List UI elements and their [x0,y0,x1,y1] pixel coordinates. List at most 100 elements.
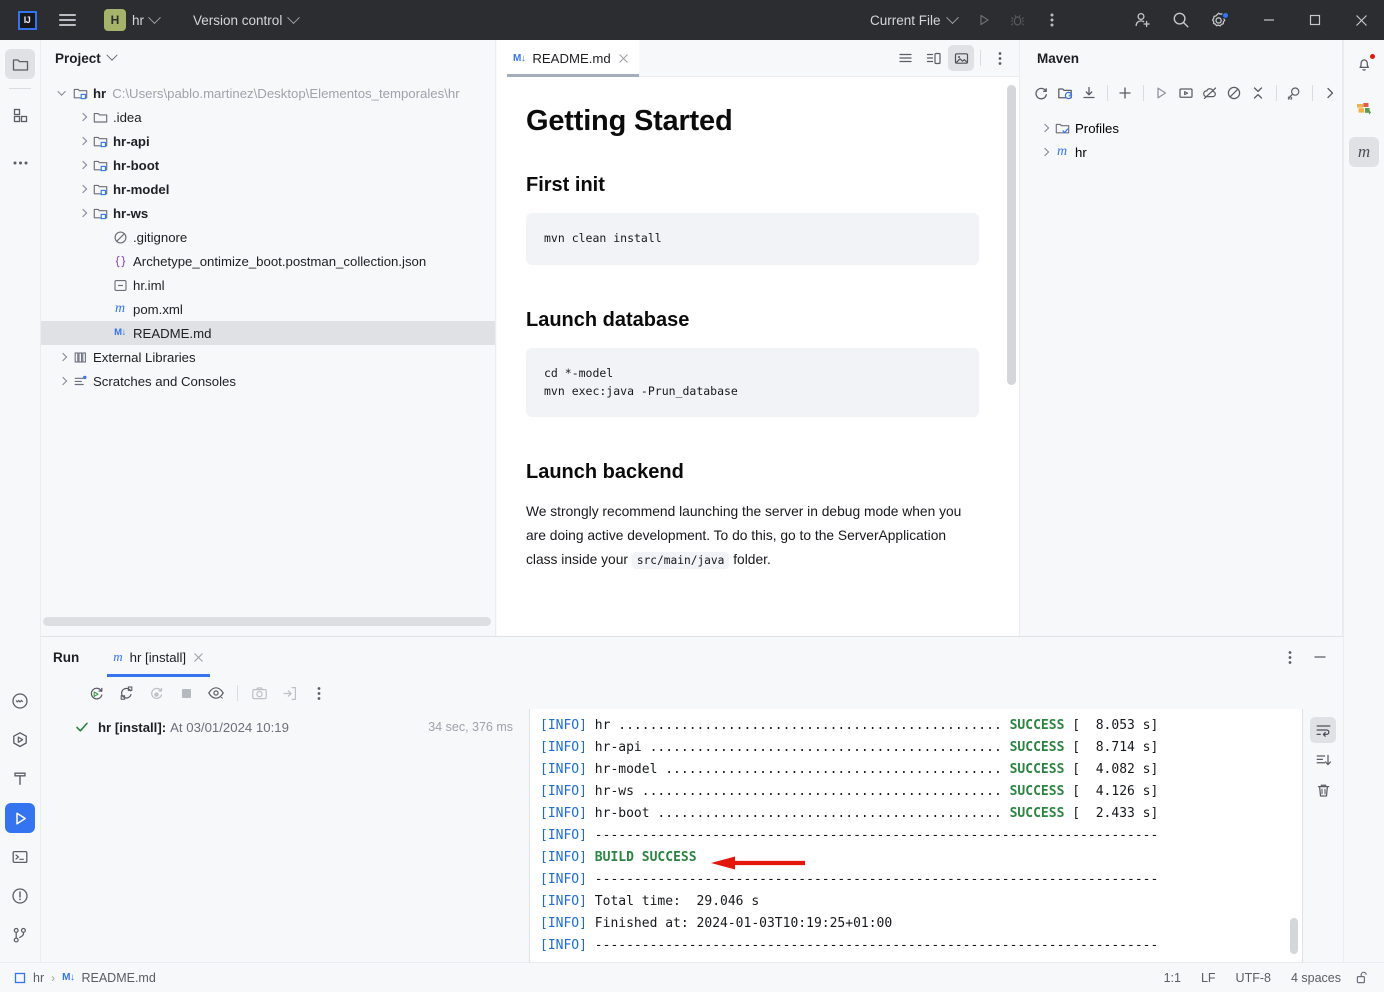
tree-row[interactable]: hr-model [41,177,495,201]
sidebar-item-more-tool-windows[interactable] [5,148,35,178]
settings-gear-icon[interactable] [1204,5,1234,35]
reload-all-maven-projects-button[interactable] [1029,79,1052,107]
expand-toolbar-button[interactable] [1319,79,1342,107]
chevron-right-icon[interactable] [75,208,91,218]
checkmark-icon [75,720,89,734]
toggle-skip-tests-button[interactable] [1222,79,1245,107]
more-run-options-button[interactable] [306,680,332,706]
run-maven-build-button[interactable] [1150,79,1173,107]
chevron-right-icon[interactable] [55,352,71,362]
tree-row[interactable]: .idea [41,105,495,129]
run-tab-hr-install[interactable]: m hr [install] [107,637,210,677]
show-dependencies-button[interactable] [1283,79,1306,107]
add-user-icon[interactable] [1128,5,1158,35]
sidebar-item-project[interactable] [5,49,35,79]
debug-button[interactable] [1003,5,1033,35]
notifications-button[interactable] [1349,49,1379,79]
breadcrumb-file[interactable]: README.md [81,971,155,985]
maven-tree-row[interactable]: m hr [1021,140,1342,164]
more-actions-button[interactable] [1037,5,1067,35]
breadcrumb-project[interactable]: hr [33,971,44,985]
chevron-right-icon[interactable] [55,376,71,386]
stop-button[interactable] [173,680,199,706]
console-vertical-scrollbar[interactable] [1290,918,1298,954]
caret-position[interactable]: 1:1 [1164,971,1181,985]
editor-only-view-button[interactable] [892,45,918,71]
version-control-widget[interactable]: Version control [187,9,304,32]
collapse-all-button[interactable] [1247,79,1270,107]
rerun-automatically-button[interactable] [143,680,169,706]
hamburger-menu-icon[interactable] [50,3,84,37]
rerun-button[interactable] [83,680,109,706]
generate-sources-button[interactable] [1053,79,1076,107]
tree-row[interactable]: m pom.xml [41,297,495,321]
tree-row[interactable]: hr-api [41,129,495,153]
tree-row[interactable]: .gitignore [41,225,495,249]
preview-only-view-button[interactable] [948,45,974,71]
maven-tree-row[interactable]: Profiles [1021,116,1342,140]
editor-tab-readme[interactable]: M↓ README.md [497,39,639,77]
toolbar-divider [237,685,238,701]
search-icon[interactable] [1166,5,1196,35]
sidebar-item-services[interactable] [5,725,35,755]
maven-tool-window-button[interactable]: m [1349,137,1379,167]
tree-row[interactable]: hr-boot [41,153,495,177]
console-log-level: [INFO] [540,806,587,821]
add-maven-project-button[interactable] [1114,79,1137,107]
indent-setting[interactable]: 4 spaces [1291,971,1341,985]
run-result-duration: 34 sec, 376 ms [428,720,513,734]
editor-more-options-button[interactable] [987,45,1013,71]
editor-and-preview-view-button[interactable] [920,45,946,71]
download-sources-button[interactable] [1078,79,1101,107]
run-configuration-selector[interactable]: Current File [862,9,965,32]
tree-row[interactable]: hr.iml [41,273,495,297]
tree-row[interactable]: M↓ README.md [41,321,495,345]
chevron-right-icon[interactable] [1037,123,1053,133]
sidebar-item-build[interactable] [5,764,35,794]
sidebar-item-terminal[interactable] [5,842,35,872]
tree-row[interactable]: hr-ws [41,201,495,225]
minimize-window-button[interactable] [1246,0,1292,40]
close-run-tab-icon[interactable] [193,652,204,663]
chevron-right-icon[interactable] [1037,147,1053,157]
sidebar-item-problems[interactable] [5,881,35,911]
execute-maven-goal-button[interactable] [1174,79,1197,107]
show-passed-button[interactable] [203,680,229,706]
chevron-right-icon[interactable] [75,136,91,146]
run-result-row[interactable]: hr [install]: At 03/01/2024 10:19 34 sec… [41,715,529,739]
sidebar-item-git[interactable] [5,920,35,950]
import-results-button[interactable] [276,680,302,706]
sidebar-item-run[interactable] [5,803,35,833]
rerun-failed-tests-button[interactable] [113,680,139,706]
run-console-output[interactable]: [INFO] hr ..............................… [530,709,1343,962]
chevron-right-icon[interactable] [75,112,91,122]
tree-row[interactable]: hr C:\Users\pablo.martinez\Desktop\Elemen… [41,81,495,105]
sidebar-item-structure[interactable] [5,100,35,130]
toggle-offline-mode-button[interactable] [1198,79,1221,107]
project-horizontal-scrollbar[interactable] [43,617,491,626]
file-encoding[interactable]: UTF-8 [1236,971,1271,985]
tree-row[interactable]: Archetype_ontimize_boot.postman_collecti… [41,249,495,273]
run-button[interactable] [969,5,999,35]
tree-row[interactable]: Scratches and Consoles [41,369,495,393]
export-snapshot-button[interactable] [246,680,272,706]
sidebar-item-commit[interactable] [5,686,35,716]
clear-all-button[interactable] [1310,777,1336,803]
close-window-button[interactable] [1338,0,1384,40]
project-panel-header[interactable]: Project [41,40,495,76]
tree-row[interactable]: External Libraries [41,345,495,369]
scroll-to-end-button[interactable] [1310,747,1336,773]
line-separator[interactable]: LF [1201,971,1216,985]
maximize-window-button[interactable] [1292,0,1338,40]
chevron-down-icon[interactable] [55,87,71,96]
minimize-run-panel-button[interactable] [1307,644,1333,670]
chevron-right-icon[interactable] [75,160,91,170]
editor-vertical-scrollbar[interactable] [1007,85,1016,385]
chevron-right-icon[interactable] [75,184,91,194]
project-widget[interactable]: H hr [98,5,165,35]
unlocked-padlock-icon[interactable] [1355,970,1370,985]
database-tool-window-button[interactable] [1349,93,1379,123]
soft-wrap-button[interactable] [1310,717,1336,743]
close-tab-icon[interactable] [618,53,629,64]
run-panel-options-button[interactable] [1277,644,1303,670]
